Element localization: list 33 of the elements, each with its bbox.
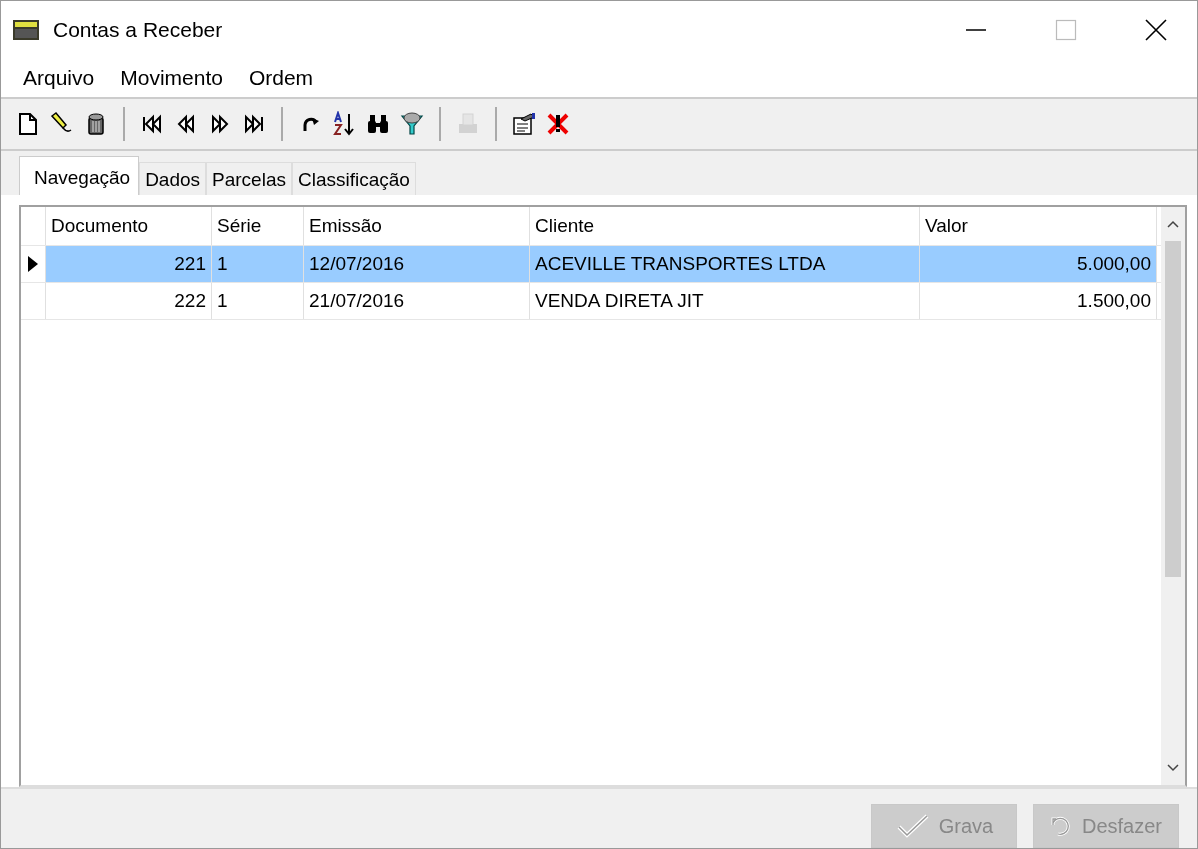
column-header[interactable]: Emissão	[304, 207, 530, 246]
menu-item[interactable]: Movimento	[120, 66, 223, 91]
current-row-icon	[28, 256, 38, 273]
close-icon[interactable]	[1145, 19, 1167, 42]
column-header[interactable]: Valor	[920, 207, 1157, 246]
scrollbar-thumb[interactable]	[1165, 241, 1181, 578]
sort-az-icon[interactable]	[331, 111, 357, 138]
scroll-down-icon[interactable]	[1166, 763, 1180, 774]
table-cell: 1.500,00	[920, 283, 1157, 320]
table-cell: 1	[212, 246, 304, 283]
table-cell: VENDA DIRETA JIT	[530, 283, 920, 320]
tab[interactable]: Dados	[139, 162, 207, 196]
table-cell: ACEVILLE TRANSPORTES LTDA	[530, 246, 920, 283]
menu-item[interactable]: Arquivo	[23, 66, 95, 91]
scrollbar[interactable]	[1161, 207, 1185, 786]
scroll-up-icon[interactable]	[1166, 219, 1180, 230]
column-header[interactable]: Série	[212, 207, 304, 246]
tab[interactable]: Navegação	[19, 156, 140, 196]
funnel-icon[interactable]	[399, 111, 425, 138]
table-cell: 221	[46, 246, 212, 283]
app-icon	[13, 20, 39, 41]
table-cell: 222	[46, 283, 212, 320]
table-cell: 12/07/2016	[304, 246, 530, 283]
menu-item[interactable]: Ordem	[248, 66, 314, 91]
table-cell: 21/07/2016	[304, 283, 530, 320]
tab[interactable]: Classificação	[291, 162, 416, 196]
table-cell: 1	[212, 283, 304, 320]
window-title: Contas a Receber	[53, 18, 223, 43]
column-header[interactable]: Documento	[46, 207, 212, 246]
form-icon[interactable]	[511, 111, 537, 138]
table-cell: 5.000,00	[920, 246, 1157, 283]
column-header[interactable]: Cliente	[530, 207, 920, 246]
tab[interactable]: Parcelas	[206, 162, 292, 196]
